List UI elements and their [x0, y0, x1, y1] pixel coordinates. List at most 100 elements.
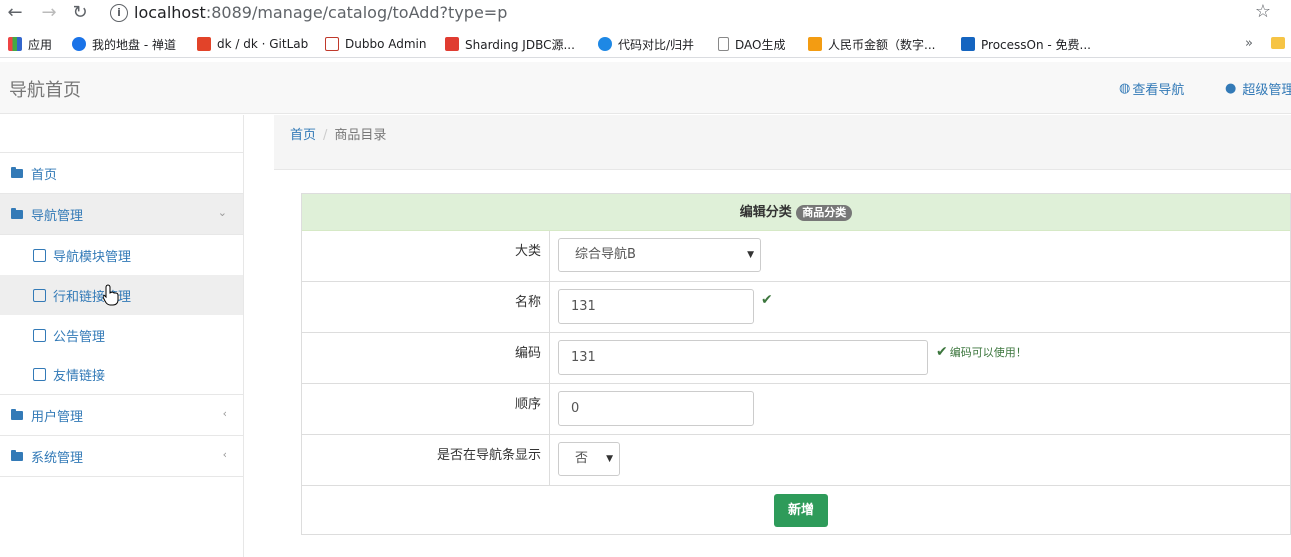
breadcrumb-home-link[interactable]: 首页 [290, 128, 316, 143]
form-row-code: 编码 131 ✔ 编码可以使用！ [302, 333, 1290, 384]
name-input[interactable]: 131 [558, 289, 754, 324]
code-valid-text: 编码可以使用！ [949, 346, 1027, 359]
bookmark-gitlab[interactable]: dk / dk · GitLab [197, 35, 308, 53]
bookmark-label: 人民币金额（数字... [828, 37, 936, 52]
form-row-order: 顺序 0 [302, 384, 1290, 435]
sidebar: 首页 导航管理 ⌄ 导航模块管理 行和链接管理 公告管理 友情链接 用户管理 ‹… [0, 115, 244, 557]
site-info-icon[interactable]: i [110, 4, 128, 22]
sidebar-top-spacer [0, 115, 243, 153]
panel-heading: 编辑分类 商品分类 [302, 194, 1290, 231]
forward-arrow-icon[interactable]: → [38, 2, 60, 24]
bookmark-label: 我的地盘 - 禅道 [92, 37, 176, 52]
sidebar-subitem-label: 导航模块管理 [53, 249, 132, 265]
folder-icon [11, 449, 23, 461]
breadcrumb-separator: / [323, 128, 328, 143]
hand-cursor-icon [103, 284, 119, 306]
back-arrow-icon[interactable]: ← [4, 2, 26, 24]
category-type-badge: 商品分类 [796, 204, 853, 221]
processon-icon [961, 37, 975, 51]
gitlab-icon [197, 37, 211, 51]
sidebar-item-system-manage[interactable]: 系统管理 ‹ [0, 436, 243, 477]
bookmark-label: Dubbo Admin [345, 37, 427, 51]
main-content: 首页 / 商品目录 编辑分类 商品分类 大类 综合导航B ▼ 名称 131 ✔ 编码 [274, 115, 1291, 557]
order-input[interactable]: 0 [558, 391, 754, 426]
form-row-name: 名称 131 ✔ [302, 282, 1290, 333]
bookmark-star-icon[interactable]: ☆ [1255, 1, 1271, 22]
sidebar-item-label: 系统管理 [31, 450, 84, 466]
sidebar-item-label: 导航管理 [31, 208, 84, 224]
diff-icon [598, 37, 612, 51]
bookmark-processon[interactable]: ProcessOn - 免费... [961, 35, 1091, 53]
sidebar-subitem-friend-links[interactable]: 友情链接 [0, 355, 243, 395]
bookmark-label: 应用 [28, 37, 53, 52]
bookmark-label: ProcessOn - 免费... [981, 37, 1091, 52]
sidebar-subitem-notice[interactable]: 公告管理 [0, 315, 243, 355]
url-field[interactable]: localhost:8089/manage/catalog/toAdd?type… [134, 3, 507, 22]
bookmark-apps[interactable]: 应用 [8, 35, 52, 53]
checkmark-icon: ✔ [761, 292, 773, 308]
copy-icon [33, 328, 46, 342]
code-input[interactable]: 131 [558, 340, 928, 375]
bookmark-rmb[interactable]: 人民币金额（数字... [808, 35, 935, 53]
category-select[interactable]: 综合导航B ▼ [558, 238, 761, 272]
bookmark-zentao[interactable]: 我的地盘 - 禅道 [72, 35, 176, 53]
checkmark-icon: ✔ [936, 344, 948, 360]
globe-icon: ◍ [1119, 81, 1131, 96]
copy-icon [33, 248, 46, 262]
edit-category-panel: 编辑分类 商品分类 大类 综合导航B ▼ 名称 131 ✔ 编码 131 ✔ 编… [301, 193, 1291, 535]
sidebar-item-user-manage[interactable]: 用户管理 ‹ [0, 395, 243, 436]
view-nav-label: 查看导航 [1132, 83, 1185, 98]
order-label: 顺序 [302, 384, 550, 434]
folder-icon[interactable] [1271, 37, 1285, 49]
apps-grid-icon [8, 37, 22, 51]
bookmark-diff[interactable]: 代码对比/归并 [598, 35, 694, 53]
folder-icon [11, 166, 23, 178]
chevron-left-icon: ‹ [222, 448, 227, 461]
sidebar-subitem-rows-links[interactable]: 行和链接管理 [0, 275, 243, 315]
reload-icon[interactable]: ↻ [69, 2, 91, 24]
sidebar-subitem-label: 友情链接 [53, 369, 106, 384]
panel-title: 编辑分类 [739, 205, 792, 220]
breadcrumb: 首页 / 商品目录 [274, 115, 1291, 170]
copy-icon [33, 368, 46, 381]
bookmark-label: 代码对比/归并 [618, 37, 695, 52]
brand-title[interactable]: 导航首页 [9, 76, 81, 102]
form-row-show-in-nav: 是否在导航条显示 否 ▼ [302, 435, 1290, 486]
folder-icon [11, 207, 23, 219]
form-actions: 新增 [302, 486, 1290, 538]
bookmarks-more-button[interactable]: » [1245, 36, 1253, 51]
browser-address-bar: ← → ↻ i localhost:8089/manage/catalog/to… [0, 0, 1291, 26]
app-navbar: 导航首页 ◍ 查看导航 ● 超级管理 [0, 62, 1291, 114]
sidebar-subitem-label: 公告管理 [53, 329, 106, 345]
add-button[interactable]: 新增 [774, 494, 828, 527]
caret-down-icon: ▼ [606, 454, 613, 464]
sidebar-subitem-label: 行和链接管理 [53, 289, 132, 305]
admin-label: 超级管理 [1242, 83, 1291, 98]
show-in-nav-value: 否 [575, 451, 589, 466]
chevron-down-icon: ⌄ [217, 206, 227, 219]
sidebar-subitem-module[interactable]: 导航模块管理 [0, 235, 243, 275]
sidebar-item-label: 用户管理 [31, 409, 84, 425]
show-in-nav-select[interactable]: 否 ▼ [558, 442, 620, 476]
user-icon: ● [1225, 81, 1237, 96]
bookmark-dubbo[interactable]: Dubbo Admin [325, 35, 426, 53]
sidebar-item-home[interactable]: 首页 [0, 153, 243, 194]
copy-icon [33, 288, 46, 302]
url-path: :8089/manage/catalog/toAdd?type=p [205, 3, 508, 22]
bookmark-dao[interactable]: DAO生成 [718, 35, 785, 53]
bookmark-label: Sharding JDBC源... [465, 37, 575, 52]
category-select-value: 综合导航B [575, 247, 636, 262]
view-nav-link[interactable]: ◍ 查看导航 [1119, 79, 1184, 98]
sidebar-item-nav-manage[interactable]: 导航管理 ⌄ [0, 194, 243, 235]
bookmark-label: dk / dk · GitLab [217, 37, 309, 51]
code-valid-message: ✔ 编码可以使用！ [936, 344, 1027, 360]
category-label: 大类 [302, 231, 550, 281]
zentao-icon [72, 37, 86, 51]
bookmark-sharding[interactable]: Sharding JDBC源... [445, 35, 575, 53]
admin-menu[interactable]: ● 超级管理 [1225, 79, 1291, 98]
breadcrumb-current: 商品目录 [334, 128, 387, 143]
doc-icon [718, 37, 729, 51]
chevron-left-icon: ‹ [222, 407, 227, 420]
code-label: 编码 [302, 333, 550, 383]
form-row-category: 大类 综合导航B ▼ [302, 231, 1290, 282]
